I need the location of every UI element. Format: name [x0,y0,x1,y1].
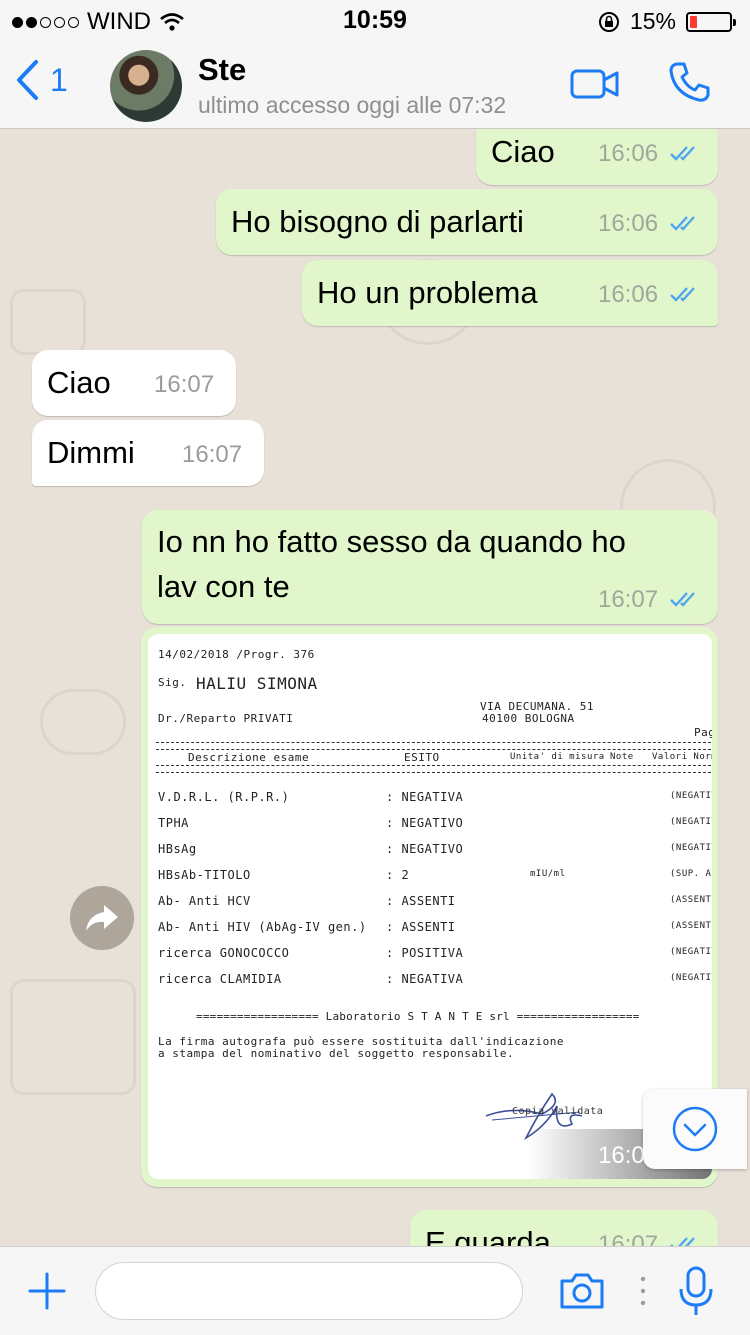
message-text: Dimmi [47,435,135,470]
sig-label: Sig. [158,676,187,689]
message-text-line: Io nn ho fatto sesso da quando ho [157,524,626,559]
message-input[interactable] [95,1262,523,1320]
wallpaper-doodle [10,289,86,355]
exam-ref: (SUP. A [670,869,712,879]
avatar[interactable] [110,50,182,122]
exam-ref: (NEGATIV [670,791,712,801]
read-receipt-icon [670,592,695,607]
exam-result: : 2 [386,868,410,882]
exam-ref: (ASSENTI [670,921,712,931]
chevron-down-icon [672,1106,718,1152]
forward-button[interactable] [70,886,134,950]
message-text: Ho bisogno di parlarti [231,204,524,239]
battery-icon [686,11,736,32]
message-text: Ciao [47,365,111,400]
divider [156,765,712,773]
exam-name: TPHA [158,816,189,830]
last-seen: ultimo accesso oggi alle 07:32 [198,92,507,118]
read-receipt-icon [670,1237,695,1246]
message-time: 16:07 [182,441,243,468]
exam-unit: mIU/ml [530,869,566,879]
forward-arrow-icon [86,905,118,931]
back-button[interactable]: 1 [14,58,68,102]
validation-stamp: Copia validata [512,1106,604,1117]
message-text: E guarda [425,1225,551,1246]
contact-name[interactable]: Ste [198,52,246,88]
exam-ref: (NEGATIV [670,817,712,827]
plus-icon[interactable] [28,1272,66,1310]
report-date: 14/02/2018 /Progr. 376 [158,648,315,661]
microphone-icon[interactable] [676,1265,716,1319]
message-time: 16:06 [598,281,659,308]
wallpaper-doodle [40,689,126,755]
message-bubble-incoming[interactable]: Dimmi 16:07 [32,420,264,486]
message-time: 16:07 [154,371,215,398]
chat-header: 1 Ste ultimo accesso oggi alle 07:32 [0,40,750,129]
column-header: Valori Norm [652,752,712,762]
exam-ref: (NEGATIV [670,947,712,957]
camera-icon[interactable] [558,1271,606,1311]
battery-percent: 15% [629,8,676,34]
phone-icon[interactable] [668,60,712,104]
exam-name: Ab- Anti HCV [158,894,251,908]
exam-name: Ab- Anti HIV (AbAg-IV gen.) [158,920,367,934]
message-text: Ciao [491,134,555,169]
lab-name: ================== Laboratorio S T A N T… [196,1010,640,1023]
message-time: 16:06 [598,210,659,237]
read-receipt-icon [670,287,695,302]
department: Dr./Reparto PRIVATI [158,712,294,725]
exam-name: HBsAg [158,842,197,856]
message-bubble-outgoing[interactable]: Io nn ho fatto sesso da quando ho lav co… [142,510,718,624]
message-time: 16:07 [598,586,659,613]
column-header: Descrizione esame [188,751,310,764]
exam-result: : NEGATIVA [386,972,464,986]
video-call-icon[interactable] [570,68,620,100]
more-dots-icon [640,1276,646,1306]
unread-count: 1 [50,61,68,98]
lab-report-image[interactable]: 14/02/2018 /Progr. 376 Sig. HALIU SIMONA… [148,634,712,1179]
message-text-line: lav con te [157,569,290,604]
column-header: ESITO [404,751,440,764]
read-receipt-icon [670,146,695,161]
message-text: Ho un problema [317,275,538,310]
message-bubble-outgoing[interactable]: Ho bisogno di parlarti 16:06 [216,189,718,255]
exam-result: : POSITIVA [386,946,464,960]
exam-ref: (NEGATIV [670,843,712,853]
exam-result: : NEGATIVA [386,790,464,804]
exam-result: : NEGATIVO [386,816,464,830]
exam-name: ricerca GONOCOCCO [158,946,290,960]
exam-ref: (ASSENTI [670,895,712,905]
message-time: 16:07 [598,1231,659,1246]
message-time: 16:06 [598,140,659,167]
exam-name: V.D.R.L. (R.P.R.) [158,790,290,804]
wallpaper-doodle [10,979,136,1095]
exam-name: ricerca CLAMIDIA [158,972,282,986]
exam-name: HBsAb-TITOLO [158,868,251,882]
exam-ref: (NEGATIV [670,973,712,983]
orientation-lock-icon [598,11,619,32]
message-bubble-outgoing[interactable]: Ho un problema 16:06 [302,260,718,326]
message-bubble-outgoing[interactable]: Ciao 16:06 [476,129,718,185]
column-header: Unita' di misura [510,752,605,762]
exam-result: : ASSENTI [386,920,456,934]
patient-name: HALIU SIMONA [196,674,318,693]
status-bar: WIND 10:59 15% [0,0,750,40]
page-label: Pag [694,726,712,739]
status-right: 15% [598,8,736,35]
input-bar [0,1246,750,1335]
footer-note: a stampa del nominativo del soggetto res… [158,1047,515,1060]
message-bubble-incoming[interactable]: Ciao 16:07 [32,350,236,416]
read-receipt-icon [670,216,695,231]
chat-area[interactable]: Ciao 16:06 Ho bisogno di parlarti 16:06 … [0,129,750,1246]
chevron-left-icon [17,60,38,100]
exam-result: : NEGATIVO [386,842,464,856]
message-bubble-outgoing[interactable]: E guarda 16:07 [410,1210,718,1246]
exam-result: : ASSENTI [386,894,456,908]
address-line: 40100 BOLOGNA [482,712,575,725]
scroll-to-bottom-button[interactable] [643,1089,747,1169]
divider [156,742,712,750]
column-header: Note [610,752,634,762]
